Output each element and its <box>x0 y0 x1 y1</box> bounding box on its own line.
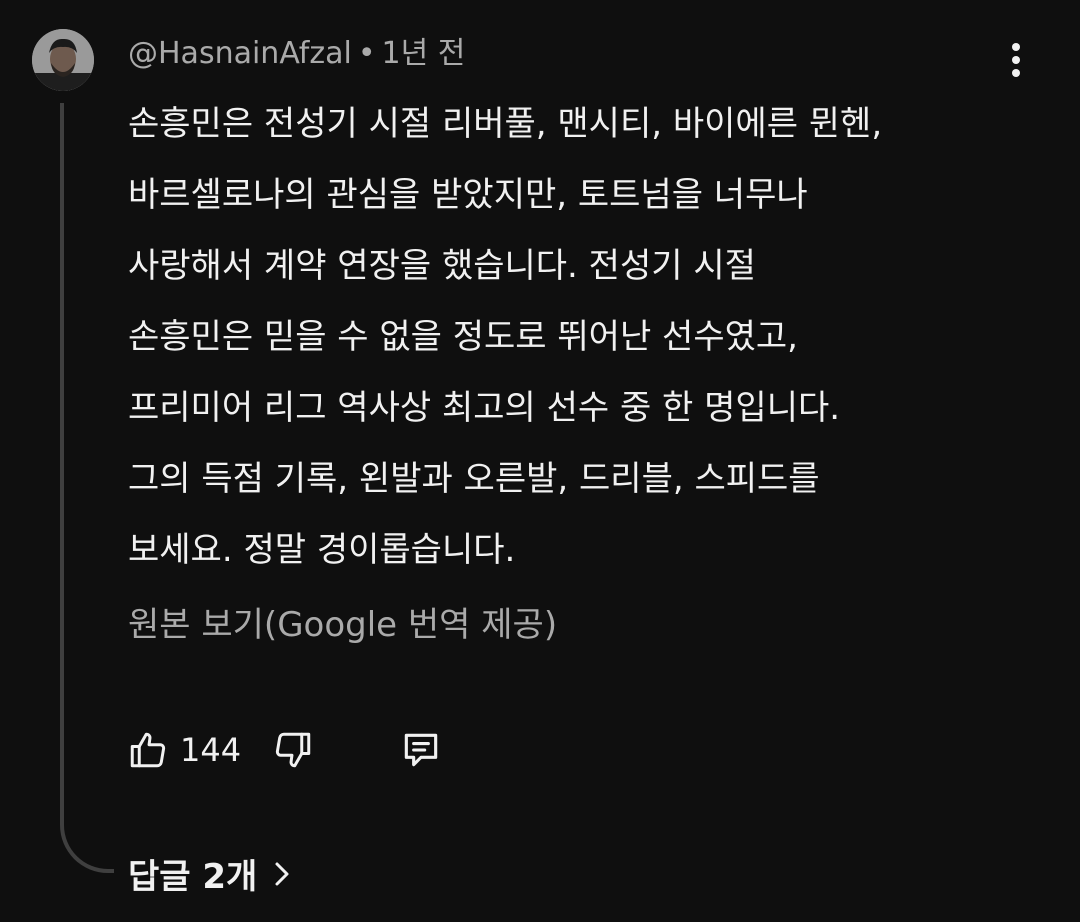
comment-actions: 144 <box>126 724 443 776</box>
comment-line: 보세요. 정말 경이롭습니다. <box>128 530 516 570</box>
comment-author[interactable]: @HasnainAfzal <box>128 36 352 71</box>
more-vert-icon[interactable] <box>998 38 1034 82</box>
comment-meta: @HasnainAfzal • 1년 전 <box>128 33 465 75</box>
meta-separator: • <box>357 36 376 71</box>
comment-line: 그의 득점 기록, 왼발과 오른발, 드리블, 스피드를 <box>128 459 820 499</box>
reply-comment-icon <box>404 733 438 767</box>
comment-line: 손흥민은 믿을 수 없을 정도로 뛰어난 선수였고, <box>128 317 798 357</box>
comment-line: 바르셀로나의 관심을 받았지만, 토트넘을 너무나 <box>128 175 808 215</box>
reply-button[interactable] <box>399 728 443 772</box>
reply-thread-line <box>60 103 114 873</box>
thumbs-down-icon <box>275 732 311 768</box>
comment-line: 사랑해서 계약 연장을 했습니다. 전성기 시절 <box>128 246 756 286</box>
comment-time: 1년 전 <box>381 36 466 71</box>
comment-line: 손흥민은 전성기 시절 리버풀, 맨시티, 바이에른 뮌헨, <box>128 104 883 144</box>
dislike-button[interactable] <box>271 728 315 772</box>
avatar[interactable] <box>32 29 94 91</box>
comment-text: 손흥민은 전성기 시절 리버풀, 맨시티, 바이에른 뮌헨, 바르셀로나의 관심… <box>128 89 1028 586</box>
replies-label: 답글 2개 <box>128 857 258 897</box>
comment-line: 프리미어 리그 역사상 최고의 선수 중 한 명입니다. <box>128 388 841 428</box>
like-button[interactable] <box>126 728 170 772</box>
like-count: 144 <box>180 731 242 769</box>
view-replies-button[interactable]: 답글 2개 <box>128 849 293 898</box>
thumbs-up-icon <box>130 732 166 768</box>
chevron-right-icon <box>271 860 293 888</box>
view-original-link[interactable]: 원본 보기(Google 번역 제공) <box>128 601 557 649</box>
